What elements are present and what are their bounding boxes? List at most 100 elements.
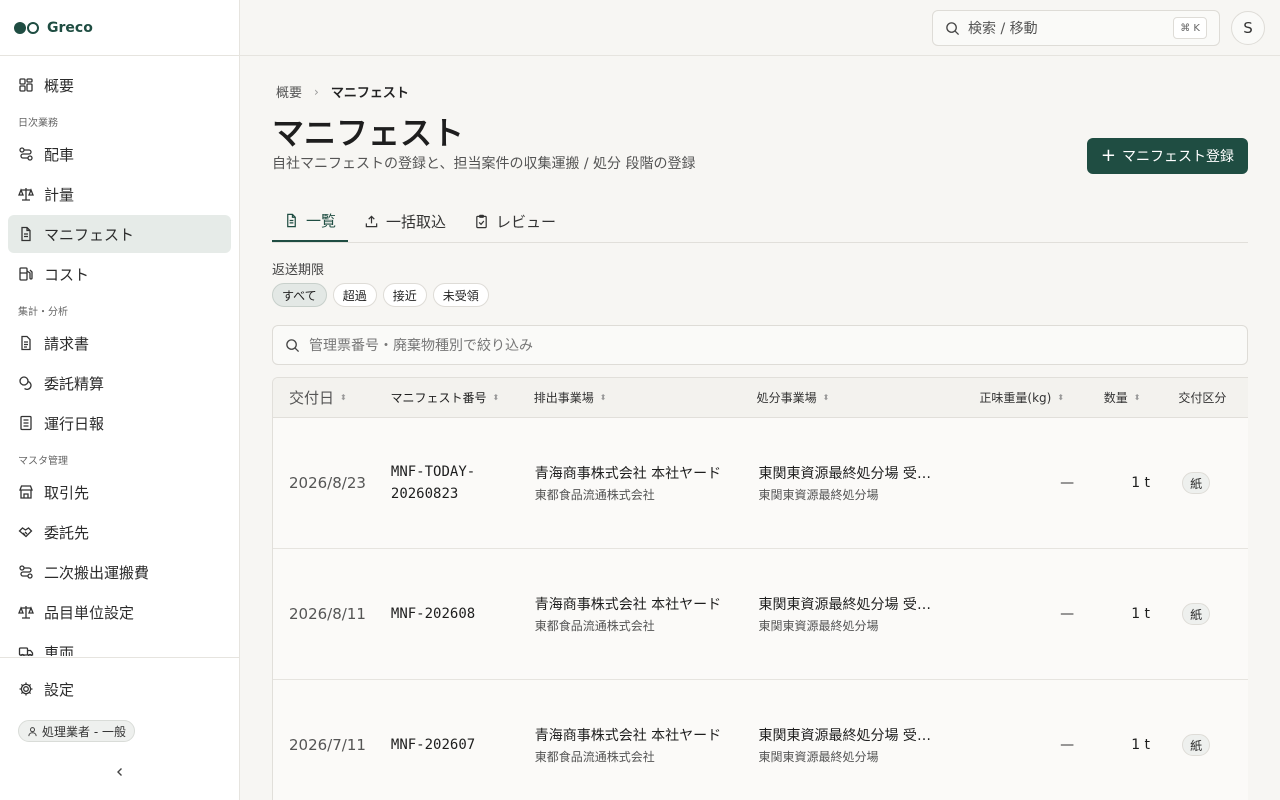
emitter-site: 青海商事株式会社 本社ヤード xyxy=(534,466,722,482)
role-badge[interactable]: 処理業者 - 一般 xyxy=(18,720,135,742)
sidebar-footer: 設定 処理業者 - 一般 xyxy=(0,657,239,800)
sidebar-item-consignment-settlement[interactable]: 委託精算 xyxy=(8,364,231,402)
tab-label: レビュー xyxy=(496,212,557,231)
sidebar-item-overview[interactable]: 概要 xyxy=(8,66,231,104)
return-deadline-label: 返送期限 xyxy=(272,263,325,278)
tab-bar: 一覧 一括取込 レビュー xyxy=(272,200,1248,243)
sidebar-item-label: マニフェスト xyxy=(44,225,135,244)
brand[interactable]: Greco xyxy=(0,0,239,56)
cell-emitter: 青海商事株式会社 本社ヤード 東都食品流通株式会社 xyxy=(535,594,759,634)
sidebar-item-contractors[interactable]: 委託先 xyxy=(8,513,231,551)
register-manifest-button[interactable]: + マニフェスト登録 xyxy=(1086,138,1248,174)
column-header-disposer[interactable]: 処分事業場 ⬍ xyxy=(757,389,980,406)
upload-icon xyxy=(365,214,378,227)
sidebar-item-label: 配車 xyxy=(44,145,75,164)
sidebar-item-label: 委託精算 xyxy=(44,374,105,393)
dashboard-icon xyxy=(18,77,34,93)
cell-net-weight: — xyxy=(1060,737,1075,753)
list-document-icon xyxy=(287,213,296,227)
topbar: 検索 / 移動 ⌘ K S xyxy=(240,0,1280,56)
sidebar-item-label: コスト xyxy=(44,265,90,284)
role-badge-label: 処理業者 - 一般 xyxy=(42,724,126,739)
sort-icon: ⬍ xyxy=(1133,392,1141,402)
clipboard-check-icon xyxy=(476,214,487,228)
column-label: マニフェスト番号 xyxy=(390,390,487,405)
store-icon xyxy=(18,484,34,500)
filter-search-placeholder: 管理票番号・廃棄物種別で絞り込み xyxy=(309,338,533,354)
nav-section-title: 集計・分析 xyxy=(18,307,68,318)
plus-icon: + xyxy=(1100,145,1116,166)
scale-icon xyxy=(18,604,34,620)
scale-icon xyxy=(18,186,34,202)
document-icon xyxy=(18,226,34,242)
column-header-issue-type[interactable]: 交付区分 xyxy=(1178,389,1248,406)
cell-disposer: 東関東資源最終処分場 受入口 東関東資源最終処分場 xyxy=(758,594,982,634)
sidebar-item-cost[interactable]: コスト xyxy=(8,255,231,293)
table-row[interactable]: 2026/8/23 MNF-TODAY-20260823 青海商事株式会社 本社… xyxy=(273,418,1248,549)
chip-approaching[interactable]: 接近 xyxy=(382,283,427,307)
tab-label: 一覧 xyxy=(306,211,337,230)
column-label: 交付区分 xyxy=(1178,391,1227,405)
tab-list[interactable]: 一覧 xyxy=(272,200,349,242)
sidebar-item-dispatch[interactable]: 配車 xyxy=(8,135,231,173)
tab-bulk-import[interactable]: 一括取込 xyxy=(352,200,458,242)
cell-issue-date: 2026/8/23 xyxy=(289,474,366,492)
global-search-input[interactable]: 検索 / 移動 ⌘ K xyxy=(932,10,1220,46)
nav-section-title: 日次業務 xyxy=(18,118,58,129)
sidebar-item-item-units[interactable]: 品目単位設定 xyxy=(8,593,231,631)
column-header-quantity[interactable]: 数量 ⬍ xyxy=(1104,389,1179,406)
chip-all[interactable]: すべて xyxy=(272,283,327,307)
page-subtitle: 自社マニフェストの登録と、担当案件の収集運搬 / 処分 段階の登録 xyxy=(272,156,696,172)
brand-name: Greco xyxy=(47,19,93,36)
table-row[interactable]: 2026/8/11 MNF-202608 青海商事株式会社 本社ヤード 東都食品… xyxy=(273,549,1248,680)
disposer-site: 東関東資源最終処分場 受入口 xyxy=(758,597,939,613)
table-row[interactable]: 2026/7/11 MNF-202607 青海商事株式会社 本社ヤード 東都食品… xyxy=(273,680,1248,800)
collapse-sidebar-button[interactable] xyxy=(110,762,130,782)
sidebar-item-label: 二次搬出運搬費 xyxy=(44,563,150,582)
cell-quantity: 1 t xyxy=(1131,475,1151,491)
sidebar-item-secondary-transport[interactable]: 二次搬出運搬費 xyxy=(8,553,231,591)
tab-review[interactable]: レビュー xyxy=(462,200,568,242)
breadcrumb-current: マニフェスト xyxy=(330,86,409,101)
disposer-site: 東関東資源最終処分場 受入口 xyxy=(758,728,939,744)
sidebar-nav: 概要 日次業務 配車 計量 マニフェスト コスト 集計・分析 請求書 委託精算 xyxy=(8,66,231,656)
sidebar-item-label: 品目単位設定 xyxy=(44,603,135,622)
issue-type-badge: 紙 xyxy=(1182,603,1211,625)
sidebar-item-label: 取引先 xyxy=(44,483,90,502)
sidebar-item-manifest[interactable]: マニフェスト xyxy=(8,215,231,253)
breadcrumb: 概要 › マニフェスト xyxy=(276,82,409,102)
sort-icon: ⬍ xyxy=(340,392,347,402)
filter-search-input[interactable]: 管理票番号・廃棄物種別で絞り込み xyxy=(272,325,1248,365)
route-icon xyxy=(18,146,34,162)
cell-issue-type: 紙 xyxy=(1156,603,1248,625)
cell-net-weight: — xyxy=(1060,606,1075,622)
cell-disposer: 東関東資源最終処分場 受入口 東関東資源最終処分場 xyxy=(758,725,982,765)
sidebar-item-invoices[interactable]: 請求書 xyxy=(8,324,231,362)
sidebar-item-settings[interactable]: 設定 xyxy=(8,670,231,708)
chip-not-received[interactable]: 未受領 xyxy=(432,283,489,307)
cell-net-weight: — xyxy=(1060,475,1075,491)
sidebar-item-clients[interactable]: 取引先 xyxy=(8,473,231,511)
sidebar-item-label: 請求書 xyxy=(44,334,90,353)
breadcrumb-root[interactable]: 概要 xyxy=(276,82,302,101)
column-header-issue-date[interactable]: 交付日 ⬍ xyxy=(273,387,390,408)
disposer-site: 東関東資源最終処分場 受入口 xyxy=(758,466,939,482)
emitter-site: 青海商事株式会社 本社ヤード xyxy=(534,728,722,744)
column-header-net-weight[interactable]: 正味重量(kg) ⬍ xyxy=(979,389,1103,406)
sidebar-item-daily-report[interactable]: 運行日報 xyxy=(8,404,231,442)
sort-icon: ⬍ xyxy=(1057,392,1065,402)
user-icon xyxy=(28,726,37,736)
table-header: 交付日 ⬍ マニフェスト番号 ⬍ 排出事業場 ⬍ 処分事業場 ⬍ 正味重量(kg) ⬍ 数… xyxy=(273,378,1248,418)
cell-emitter: 青海商事株式会社 本社ヤード 東都食品流通株式会社 xyxy=(535,725,759,765)
brand-logo-icon xyxy=(14,21,39,34)
column-header-manifest-number[interactable]: マニフェスト番号 ⬍ xyxy=(390,387,533,409)
sidebar-item-weighing[interactable]: 計量 xyxy=(8,175,231,213)
tab-label: 一括取込 xyxy=(386,212,447,231)
column-header-emitter[interactable]: 排出事業場 ⬍ xyxy=(534,389,757,406)
avatar[interactable]: S xyxy=(1231,11,1265,45)
chip-overdue[interactable]: 超過 xyxy=(332,283,377,307)
column-label: 処分事業場 xyxy=(756,391,817,405)
cell-manifest-number: MNF-202607 xyxy=(390,737,476,753)
chevron-right-icon: › xyxy=(314,84,319,99)
sidebar-item-vehicles[interactable]: 車両 xyxy=(8,633,231,656)
